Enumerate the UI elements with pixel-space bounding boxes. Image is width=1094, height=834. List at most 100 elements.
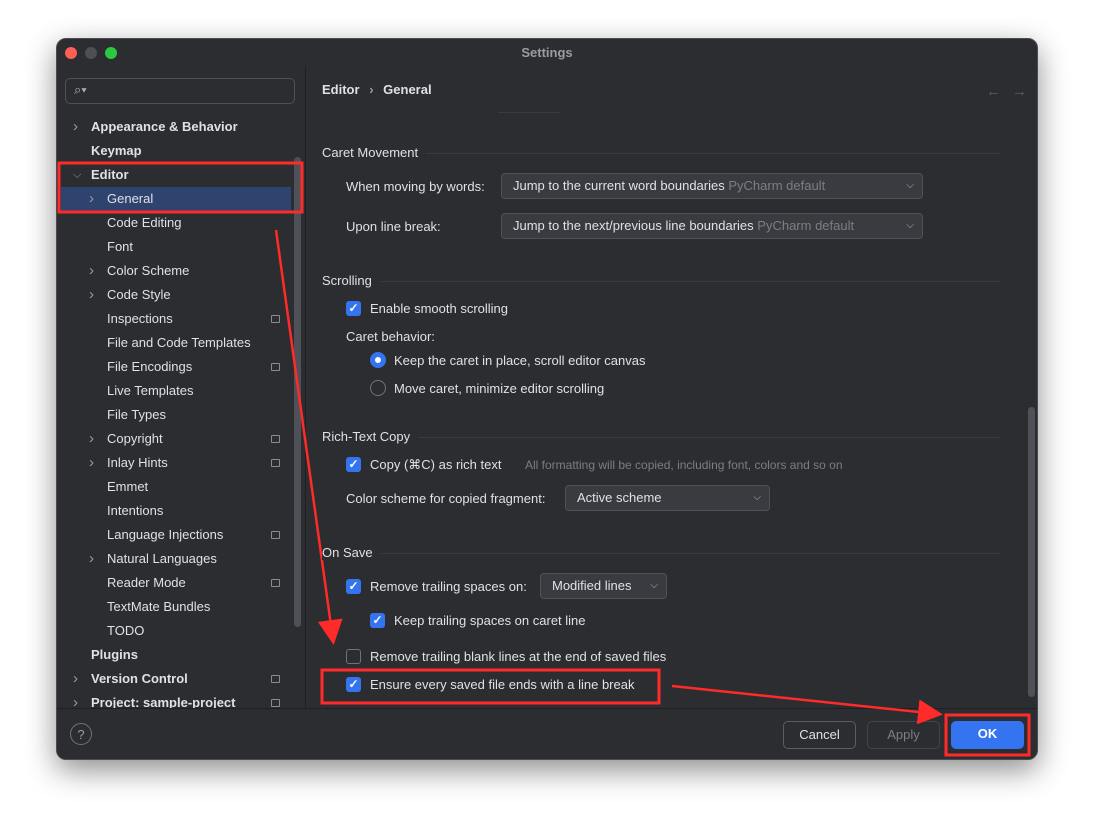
breadcrumb-separator: ›	[369, 82, 374, 97]
sidebar-item-label: Inspections	[107, 311, 173, 326]
project-scope-icon	[271, 699, 280, 707]
project-scope-icon	[271, 579, 280, 587]
sidebar-item[interactable]: › Natural Languages	[61, 547, 291, 571]
settings-sidebar: ⌕▾ › Appearance & Behavior Keymap ⌵ Editor › G…	[57, 67, 306, 711]
sidebar-scrollbar[interactable]	[294, 157, 301, 627]
search-icon: ⌕▾	[74, 82, 87, 97]
on-save-section: On Save	[322, 545, 1001, 561]
trailing-value: Modified lines	[552, 578, 632, 593]
keep-caret-radio[interactable]	[370, 352, 386, 368]
sidebar-item[interactable]: › Color Scheme	[61, 259, 291, 283]
settings-dialog: Settings ⌕▾ › Appearance & Behavior Keymap…	[56, 38, 1038, 760]
line-break-hint: PyCharm default	[757, 218, 855, 233]
chevron-right-icon[interactable]: ›	[89, 427, 94, 451]
sidebar-item[interactable]: TODO	[61, 619, 291, 643]
sidebar-item-label: Emmet	[107, 479, 149, 494]
sidebar-item-label: File Encodings	[107, 359, 193, 374]
scrolling-section: Scrolling	[322, 273, 1001, 289]
breadcrumb-parent[interactable]: Editor	[322, 82, 360, 97]
ok-button[interactable]: OK	[951, 721, 1024, 749]
rich-copy-hint: All formatting will be copied, including…	[525, 458, 843, 472]
section-title: Scrolling	[322, 273, 380, 288]
section-title: Caret Movement	[322, 145, 427, 160]
chevron-right-icon[interactable]: ›	[89, 187, 94, 211]
chevron-right-icon[interactable]: ›	[89, 451, 94, 475]
sidebar-item[interactable]: Font	[61, 235, 291, 259]
settings-content: Editor › General ← → Caret Movement When…	[306, 67, 1037, 709]
sidebar-item[interactable]: Reader Mode	[61, 571, 291, 595]
chevron-right-icon[interactable]: ›	[73, 115, 78, 139]
sidebar-item[interactable]: Language Injections	[61, 523, 291, 547]
chevron-right-icon[interactable]: ›	[89, 547, 94, 571]
sidebar-item-label: Reader Mode	[107, 575, 186, 590]
search-input[interactable]: ⌕▾	[65, 78, 295, 104]
words-hint: PyCharm default	[728, 178, 826, 193]
sidebar-item[interactable]: File Types	[61, 403, 291, 427]
sidebar-item[interactable]: Code Editing	[61, 211, 291, 235]
scheme-value: Active scheme	[577, 490, 662, 505]
forward-arrow-icon[interactable]: →	[1012, 83, 1027, 100]
apply-button[interactable]: Apply	[867, 721, 940, 749]
chevron-down-icon: ⌵	[753, 492, 761, 503]
dialog-footer: ? Cancel Apply OK	[57, 708, 1037, 759]
sidebar-item[interactable]: TextMate Bundles	[61, 595, 291, 619]
chevron-right-icon[interactable]: ›	[89, 283, 94, 307]
sidebar-item-label: TODO	[107, 623, 145, 638]
back-arrow-icon[interactable]: ←	[986, 83, 1001, 100]
sidebar-item-label: Live Templates	[107, 383, 194, 398]
help-button[interactable]: ?	[70, 723, 92, 745]
chevron-right-icon[interactable]: ›	[89, 259, 94, 283]
sidebar-item-label: General	[107, 191, 154, 206]
ensure-line-break-label: Ensure every saved file ends with a line…	[370, 677, 635, 692]
rich-copy-checkbox[interactable]: ✓	[346, 457, 361, 472]
chevron-down-icon: ⌵	[906, 180, 914, 191]
move-caret-label: Move caret, minimize editor scrolling	[394, 381, 605, 396]
sidebar-item-label: Font	[107, 239, 134, 254]
sidebar-item[interactable]: File and Code Templates	[61, 331, 291, 355]
sidebar-item[interactable]: › Version Control	[61, 667, 291, 691]
project-scope-icon	[271, 459, 280, 467]
smooth-scrolling-checkbox[interactable]: ✓	[346, 301, 361, 316]
sidebar-item[interactable]: › General	[61, 187, 291, 211]
line-break-dropdown[interactable]: Jump to the next/previous line boundarie…	[501, 213, 923, 239]
line-break-value: Jump to the next/previous line boundarie…	[513, 218, 754, 233]
sidebar-item-label: Natural Languages	[107, 551, 217, 566]
chevron-right-icon[interactable]: ›	[73, 667, 78, 691]
sidebar-item[interactable]: › Inlay Hints	[61, 451, 291, 475]
remove-trailing-label: Remove trailing spaces on:	[370, 579, 527, 594]
remove-blank-lines-label: Remove trailing blank lines at the end o…	[370, 649, 667, 664]
sidebar-item-label: File and Code Templates	[107, 335, 251, 350]
sidebar-item[interactable]: Plugins	[61, 643, 291, 667]
keep-trailing-checkbox[interactable]: ✓	[370, 613, 385, 628]
sidebar-item[interactable]: Emmet	[61, 475, 291, 499]
trailing-dropdown[interactable]: Modified lines ⌵	[540, 573, 667, 599]
sidebar-item[interactable]: File Encodings	[61, 355, 291, 379]
ensure-line-break-checkbox[interactable]: ✓	[346, 677, 361, 692]
caret-movement-section: Caret Movement	[322, 145, 1001, 161]
sidebar-item[interactable]: › Appearance & Behavior	[61, 115, 291, 139]
sidebar-item[interactable]: Inspections	[61, 307, 291, 331]
chevron-down-icon: ⌵	[906, 220, 914, 231]
chevron-down-icon: ⌵	[650, 580, 658, 591]
move-caret-radio[interactable]	[370, 380, 386, 396]
remove-blank-lines-checkbox[interactable]	[346, 649, 361, 664]
cancel-button[interactable]: Cancel	[783, 721, 856, 749]
remove-trailing-checkbox[interactable]: ✓	[346, 579, 361, 594]
rich-copy-label: Copy (⌘C) as rich text	[370, 457, 502, 472]
line-break-label: Upon line break:	[346, 219, 441, 234]
chevron-down-icon[interactable]: ⌵	[73, 163, 81, 187]
sidebar-item[interactable]: › Code Style	[61, 283, 291, 307]
sidebar-item[interactable]: Keymap	[61, 139, 291, 163]
sidebar-item-label: Code Style	[107, 287, 171, 302]
sidebar-item-label: File Types	[107, 407, 167, 422]
sidebar-item[interactable]: Intentions	[61, 499, 291, 523]
section-title: On Save	[322, 545, 381, 560]
project-scope-icon	[271, 675, 280, 683]
sidebar-item[interactable]: Live Templates	[61, 379, 291, 403]
words-dropdown[interactable]: Jump to the current word boundaries PyCh…	[501, 173, 923, 199]
sidebar-item[interactable]: ⌵ Editor	[61, 163, 291, 187]
sidebar-item[interactable]: › Copyright	[61, 427, 291, 451]
scheme-dropdown[interactable]: Active scheme ⌵	[565, 485, 770, 511]
sidebar-item-label: Keymap	[91, 143, 142, 158]
content-scrollbar[interactable]	[1028, 407, 1035, 697]
